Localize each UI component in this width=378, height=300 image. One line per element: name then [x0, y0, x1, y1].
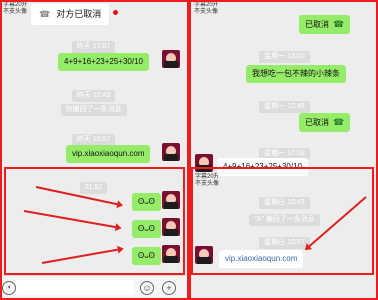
annotation-box — [4, 167, 185, 275]
annotation-box — [191, 167, 374, 275]
